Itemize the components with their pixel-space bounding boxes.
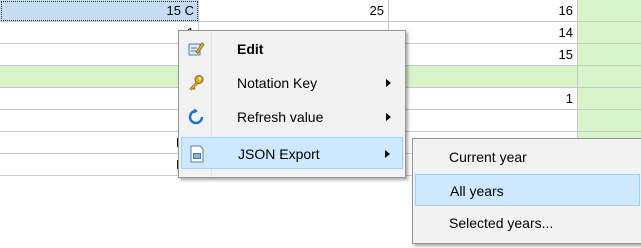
grid-cell[interactable] [578, 66, 641, 88]
table-row: 15 C 25 16 [0, 0, 641, 22]
key-icon [187, 74, 205, 92]
grid-cell[interactable]: 15 C [0, 0, 199, 22]
context-menu: Edit Notation Key Refresh value JSON Exp… [178, 30, 406, 178]
grid-cell[interactable]: 15 [389, 44, 578, 66]
submenu-item-selected-years[interactable]: Selected years... [415, 207, 640, 239]
menu-item-refresh-value[interactable]: Refresh value [181, 101, 403, 133]
grid-cell[interactable]: 16 [389, 0, 578, 22]
menu-item-notation-key[interactable]: Notation Key [181, 67, 403, 99]
grid-cell[interactable] [578, 110, 641, 132]
submenu-arrow-icon [386, 79, 391, 87]
grid-cell[interactable]: N [0, 88, 199, 110]
grid-cell[interactable] [389, 66, 578, 88]
submenu-arrow-icon [386, 113, 391, 121]
submenu-arrow-icon [385, 150, 390, 158]
grid-cell[interactable] [578, 44, 641, 66]
submenu-item-current-year[interactable]: Current year [415, 141, 640, 173]
grid-cell[interactable]: 25 [199, 0, 389, 22]
grid-cell[interactable] [578, 88, 641, 110]
grid-cell[interactable]: N [0, 44, 199, 66]
grid-cell[interactable] [578, 0, 641, 22]
menu-item-json-export[interactable]: JSON Export [181, 137, 403, 169]
submenu-item-all-years[interactable]: All years [415, 174, 640, 206]
grid-cell[interactable]: NE [0, 132, 199, 154]
refresh-icon [187, 108, 205, 126]
grid-cell[interactable]: 1 [389, 88, 578, 110]
grid-cell[interactable]: 1 [0, 22, 199, 44]
grid-cell[interactable] [389, 110, 578, 132]
grid-cell[interactable] [0, 110, 199, 132]
grid-cell[interactable] [0, 66, 199, 88]
json-export-submenu: Current year All years Selected years... [412, 138, 641, 244]
edit-icon [187, 40, 205, 58]
menu-item-edit[interactable]: Edit [181, 33, 403, 65]
grid-cell[interactable] [578, 22, 641, 44]
grid-cell[interactable]: NE [0, 154, 199, 176]
grid-cell[interactable]: 14 [389, 22, 578, 44]
export-icon [188, 145, 206, 163]
